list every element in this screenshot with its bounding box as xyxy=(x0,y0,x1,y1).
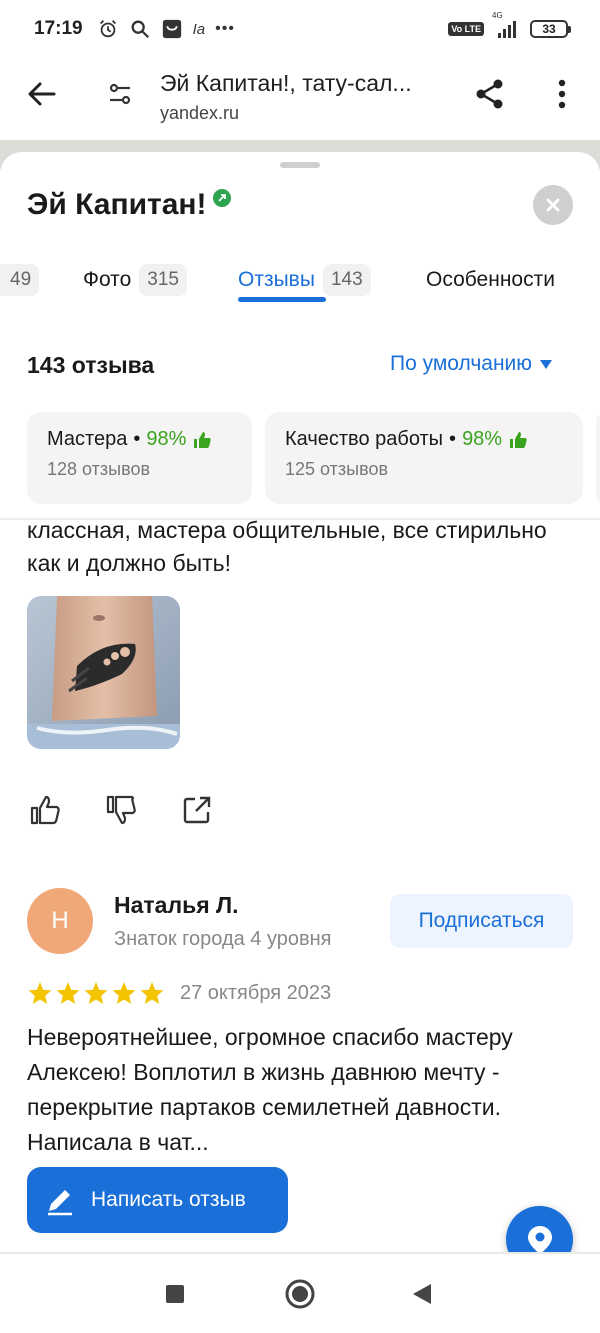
write-review-label: Написать отзыв xyxy=(91,1188,246,1211)
active-tab-indicator xyxy=(238,297,326,302)
review-text[interactable]: Невероятнейшее, огромное спасибо мастеру… xyxy=(27,1020,527,1160)
tune-icon xyxy=(109,83,131,105)
org-title-text: Эй Капитан! xyxy=(27,188,207,221)
thumb-up-icon xyxy=(194,431,212,448)
bottom-sheet: Эй Капитан! 49 Фото 315 Отзывы 143 Особе… xyxy=(0,152,600,1252)
tab-count: 143 xyxy=(322,264,371,296)
sort-dropdown[interactable]: По умолчанию xyxy=(390,352,553,376)
back-nav-button[interactable] xyxy=(402,1274,442,1314)
pencil-icon xyxy=(48,1190,72,1216)
tab-label: Фото xyxy=(83,268,132,291)
review-date: 27 октября 2023 xyxy=(180,982,332,1004)
thumb-up-outline-icon xyxy=(30,795,60,825)
aspect-reviews-count: 125 отзывов xyxy=(285,459,389,479)
star-icon xyxy=(56,982,80,1004)
star-icon xyxy=(84,982,108,1004)
aspect-reviews-count: 128 отзывов xyxy=(47,459,151,479)
notification-icon xyxy=(161,18,183,40)
aspect-title: Качество работы • 98% xyxy=(285,428,563,451)
home-button[interactable] xyxy=(280,1274,320,1314)
more-dots-icon: ••• xyxy=(215,20,235,37)
circle-icon xyxy=(285,1279,315,1309)
sort-label: По умолчанию xyxy=(390,352,533,375)
thumb-down-outline-icon xyxy=(106,795,136,825)
network-label: 4G xyxy=(492,11,503,20)
battery-icon: 33 xyxy=(530,20,571,38)
share-review-button[interactable] xyxy=(179,792,215,828)
aspect-name: Качество работы xyxy=(285,428,444,450)
tab-count: 315 xyxy=(139,264,187,296)
star-icon xyxy=(140,982,164,1004)
sheet-grabber[interactable] xyxy=(280,162,320,168)
like-button[interactable] xyxy=(27,792,63,828)
author-level: Знаток города 4 уровня xyxy=(114,928,332,950)
browser-url: yandex.ru xyxy=(160,103,240,123)
tab-label: Особенности xyxy=(426,268,555,291)
review-actions xyxy=(27,792,215,828)
reviews-count: 143 отзыва xyxy=(27,352,155,378)
tab-label: Отзывы xyxy=(238,268,315,291)
aspect-percent: 98% xyxy=(146,428,187,450)
status-time: 17:19 xyxy=(34,18,83,39)
star-icon xyxy=(112,982,136,1004)
author-name[interactable]: Наталья Л. xyxy=(114,892,239,919)
subscribe-button[interactable]: Подписаться xyxy=(390,894,573,948)
close-icon xyxy=(546,198,560,212)
status-bar: 17:19 Ia ••• Vo LTE 4G 33 xyxy=(0,0,600,58)
signal-icon: 4G xyxy=(492,11,522,39)
aspect-dot: • xyxy=(449,428,457,450)
map-pin-icon xyxy=(527,1225,552,1252)
search-icon xyxy=(129,18,151,40)
review-text: классная, мастера общительные, все стири… xyxy=(27,517,547,576)
aspect-percent: 98% xyxy=(462,428,503,450)
browser-bar: Эй Капитан!, тату-сал... yandex.ru xyxy=(0,58,600,140)
square-icon xyxy=(166,1285,184,1303)
aspect-dot: • xyxy=(133,428,141,450)
org-title: Эй Капитан! xyxy=(27,188,231,222)
rating-stars xyxy=(27,980,165,1006)
caret-down-icon xyxy=(540,359,553,369)
star-icon xyxy=(28,982,52,1004)
more-vertical-icon xyxy=(558,79,566,109)
map-fab-button[interactable] xyxy=(506,1206,573,1252)
more-menu-button[interactable] xyxy=(542,74,582,114)
tab-photos[interactable]: Фото 315 xyxy=(83,252,187,308)
tattoo-photo-image xyxy=(27,596,180,749)
volte-icon: Vo LTE xyxy=(448,22,484,36)
triangle-back-icon xyxy=(413,1284,431,1304)
aspect-card-next[interactable] xyxy=(596,412,600,504)
verified-icon xyxy=(212,189,231,207)
aspect-card-masters[interactable]: Мастера • 98% 128 отзывов xyxy=(27,412,252,504)
back-button[interactable] xyxy=(22,74,62,114)
aspect-card-quality[interactable]: Качество работы • 98% 125 отзывов xyxy=(265,412,583,504)
tab-count: 49 xyxy=(0,264,40,296)
browser-title: Эй Капитан!, тату-сал... xyxy=(160,70,412,96)
share-button[interactable] xyxy=(470,74,510,114)
recents-button[interactable] xyxy=(155,1274,195,1314)
write-review-button[interactable]: Написать отзыв xyxy=(27,1167,288,1233)
share-icon xyxy=(476,79,503,109)
thumb-up-icon xyxy=(510,431,527,448)
tab-features[interactable]: Особенности xyxy=(426,252,555,308)
arrow-left-icon xyxy=(28,82,56,106)
aspect-title: Мастера • 98% xyxy=(47,428,232,451)
external-share-icon xyxy=(183,796,211,824)
avatar[interactable]: Н xyxy=(27,888,93,954)
aspect-name: Мастера xyxy=(47,428,128,450)
ia-icon: Ia xyxy=(192,20,206,38)
review-photo[interactable] xyxy=(27,596,180,749)
android-nav-bar xyxy=(0,1254,600,1333)
browser-title-area[interactable]: Эй Капитан!, тату-сал... yandex.ru xyxy=(160,70,460,124)
tab-overview[interactable]: 49 xyxy=(0,252,40,308)
site-settings-button[interactable] xyxy=(100,74,140,114)
dislike-button[interactable] xyxy=(103,792,139,828)
close-button[interactable] xyxy=(533,185,573,225)
status-right: Vo LTE 4G 33 xyxy=(448,11,571,39)
alarm-icon xyxy=(97,18,119,40)
status-icons: Ia ••• xyxy=(97,18,235,40)
